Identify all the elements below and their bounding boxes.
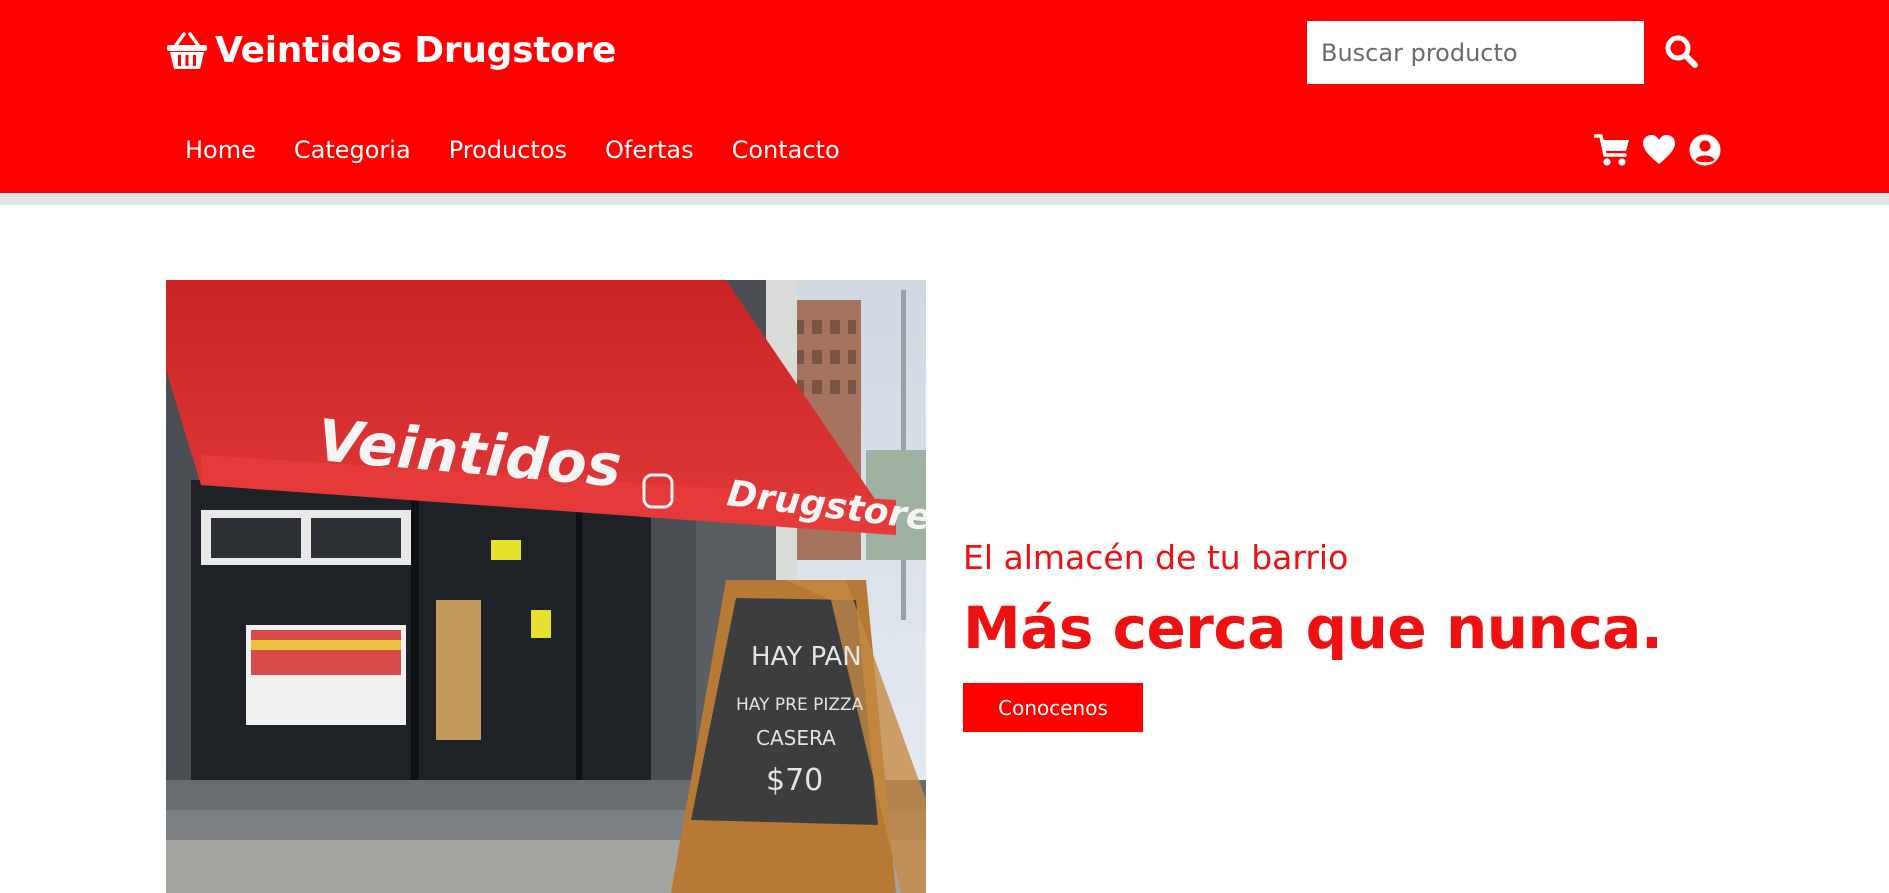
nav-productos[interactable]: Productos <box>449 129 567 171</box>
shopping-cart-icon <box>1594 134 1629 166</box>
conocenos-button[interactable]: Conocenos <box>963 683 1143 732</box>
chalkboard-line-3: CASERA <box>756 726 836 750</box>
cart-button[interactable] <box>1594 133 1630 167</box>
user-circle-icon <box>1689 134 1721 166</box>
chalkboard-line-2: HAY PRE PIZZA <box>736 695 864 715</box>
brand-logo[interactable]: Veintidos Drugstore <box>165 28 616 74</box>
nav-categoria[interactable]: Categoria <box>294 129 411 171</box>
chalkboard-line-1: HAY PAN <box>751 642 862 672</box>
search-button[interactable] <box>1664 32 1702 70</box>
hero-subtitle: El almacén de tu barrio <box>963 538 1349 577</box>
hero-title: Más cerca que nunca. <box>963 594 1663 662</box>
heart-icon <box>1643 135 1675 164</box>
header-divider <box>0 193 1889 205</box>
main-nav: Home Categoria Productos Ofertas Contact… <box>167 129 859 171</box>
storefront-photo: Veintidos Drugstore HAY PAN HAY PRE PIZZ… <box>166 280 926 893</box>
account-button[interactable] <box>1688 133 1722 167</box>
header-actions <box>1594 132 1734 168</box>
nav-home[interactable]: Home <box>185 129 256 171</box>
nav-contacto[interactable]: Contacto <box>732 129 840 171</box>
shopping-basket-icon <box>167 32 207 69</box>
brand-name: Veintidos Drugstore <box>215 30 617 71</box>
search-input[interactable] <box>1307 21 1644 84</box>
favorites-button[interactable] <box>1642 133 1676 167</box>
chalkboard-line-4: $70 <box>766 763 823 798</box>
site-header: Veintidos Drugstore Home Categoria Produ… <box>0 0 1889 193</box>
nav-ofertas[interactable]: Ofertas <box>605 129 694 171</box>
search-icon <box>1665 35 1698 68</box>
